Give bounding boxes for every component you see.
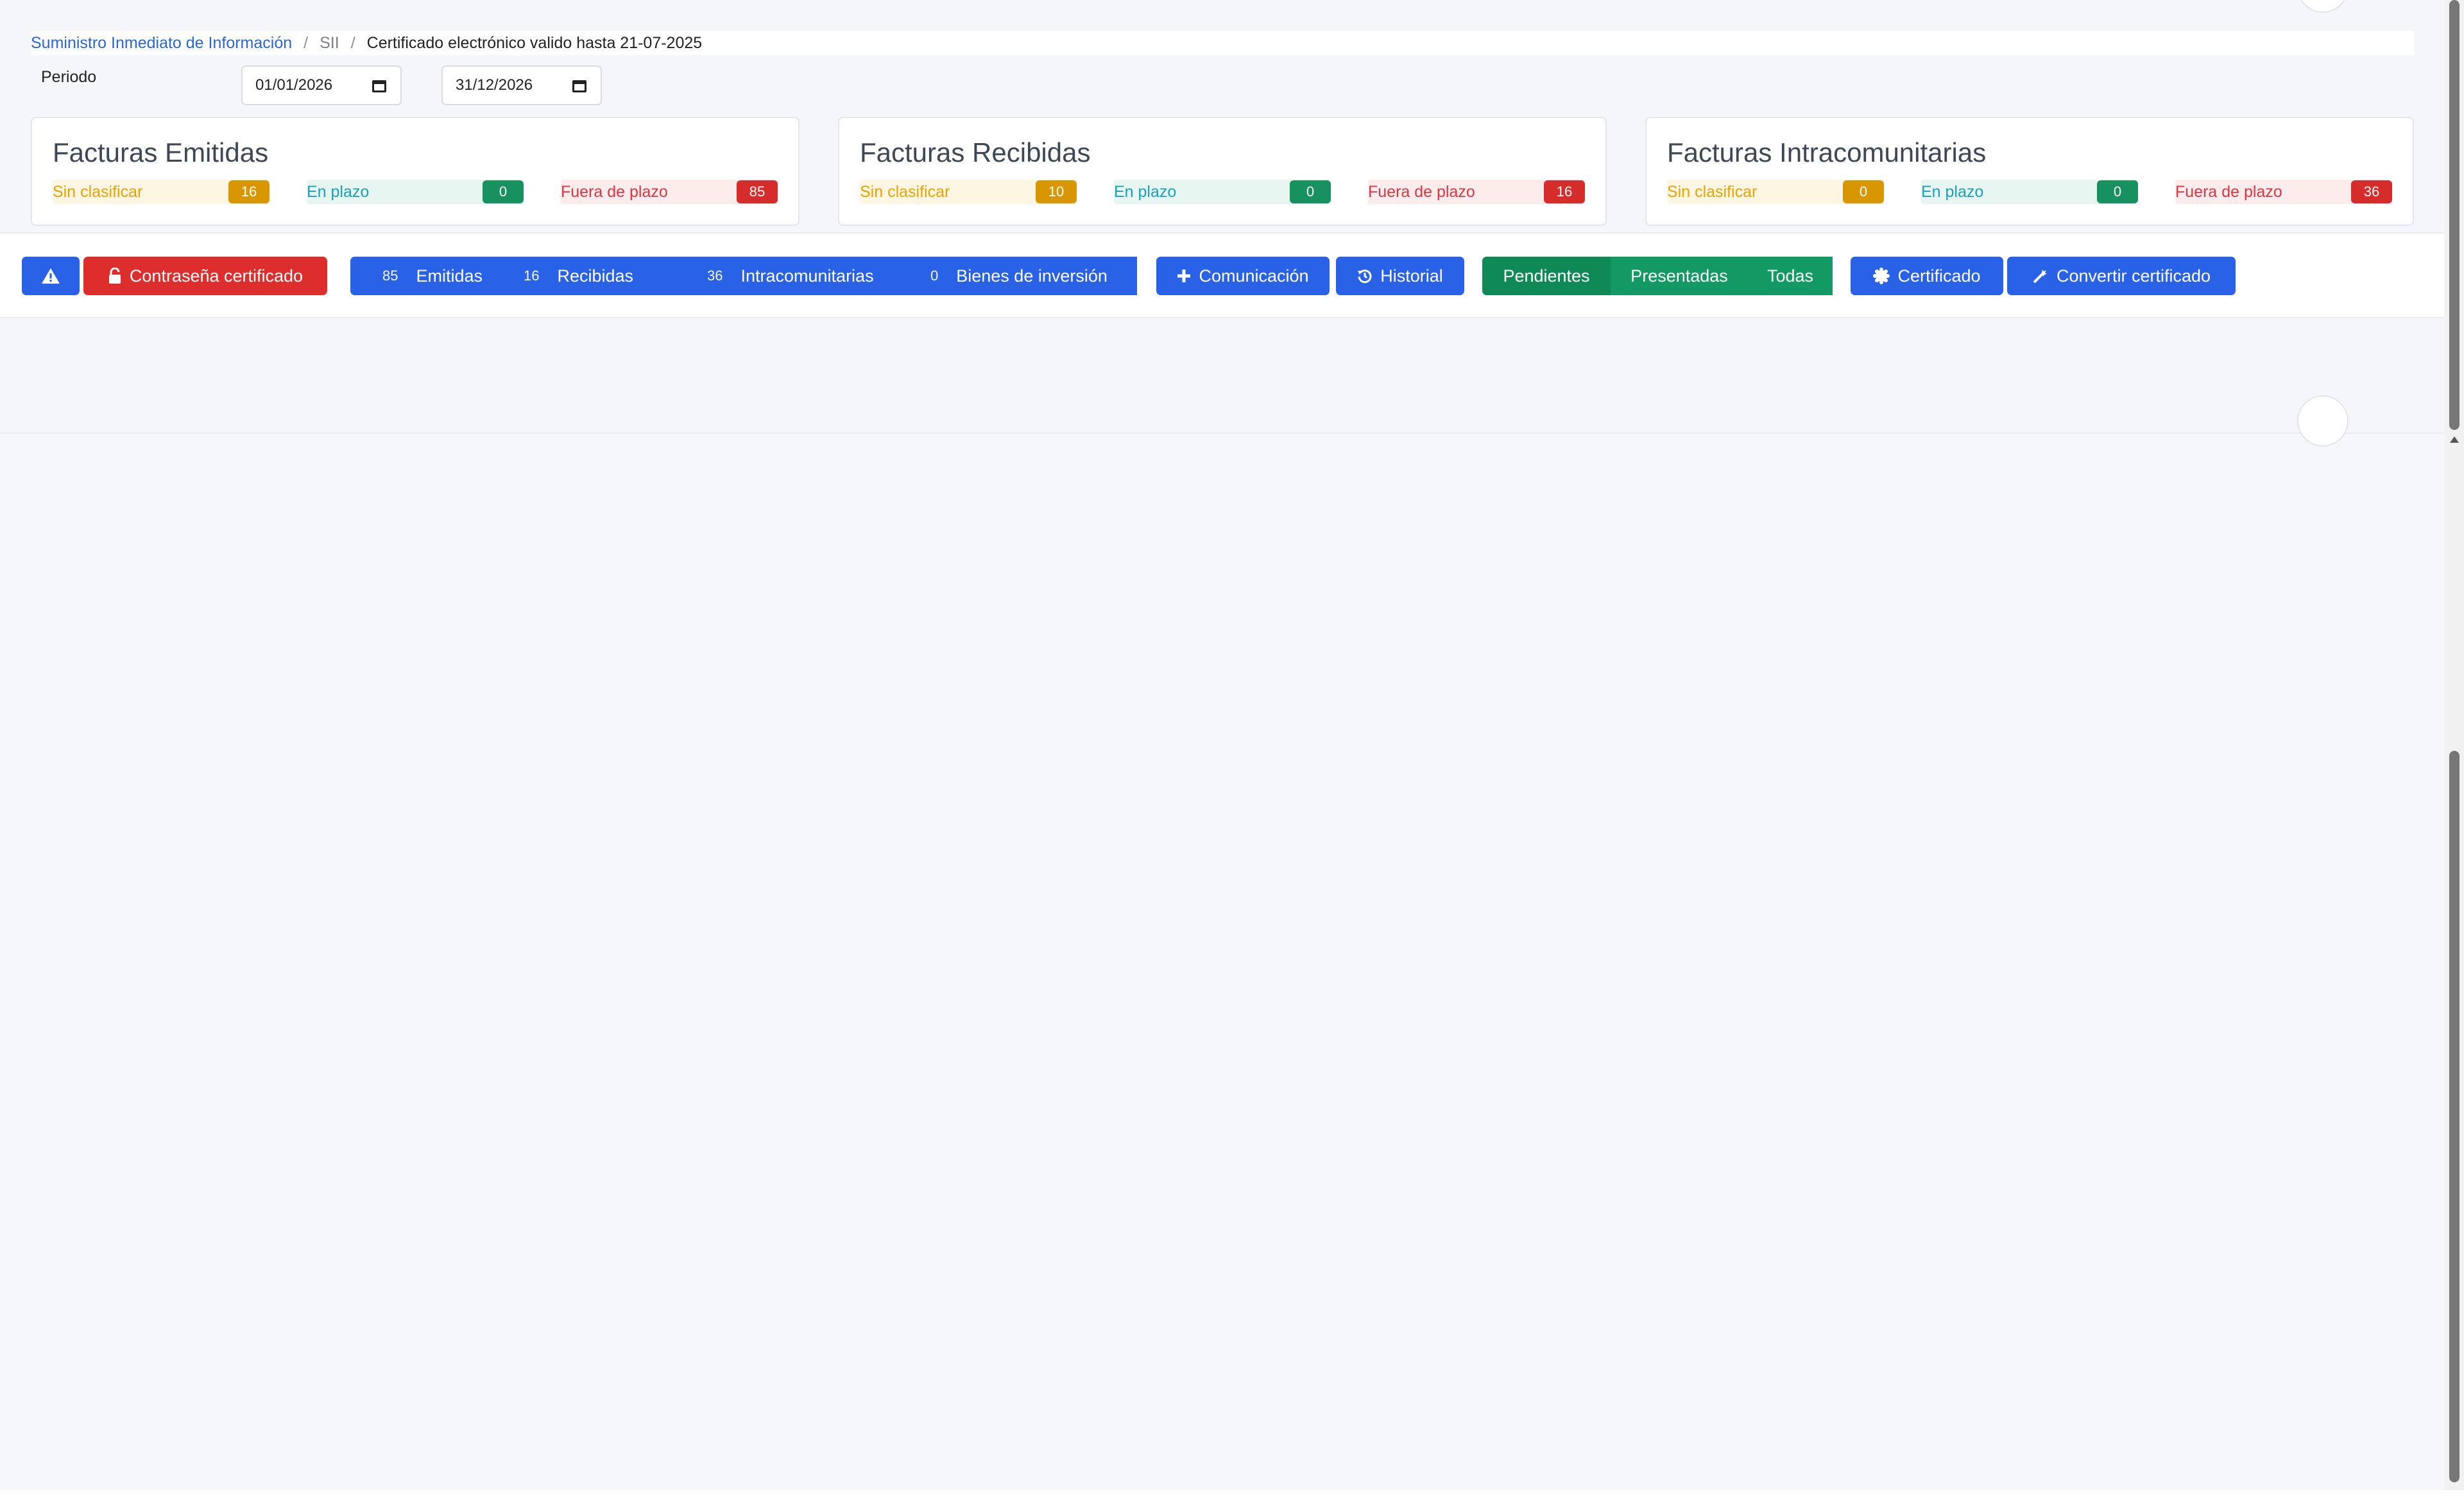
stat-count-badge: 10 [1036,180,1077,203]
card-title: Facturas Emitidas [53,137,269,167]
convertir-certificado-label: Convertir certificado [2056,266,2211,286]
stat-fuera-de-plazo[interactable]: Fuera de plazo 36 [2175,180,2392,204]
stat-label: Fuera de plazo [1368,182,1475,201]
lock-icon [108,268,121,284]
stat-count-badge: 85 [737,180,778,203]
periodo-label: Periodo [41,68,97,86]
header-area: Suministro Inmediato de Información / SI… [0,0,2445,232]
tab-label: Intracomunitarias [740,266,874,286]
card-facturas-recibidas: Facturas Recibidas Sin clasificar 10 En … [838,117,1607,226]
stat-count-badge: 16 [228,180,270,203]
stat-sin-clasificar[interactable]: Sin clasificar 16 [53,180,270,204]
password-certificate-label: Contraseña certificado [129,266,304,286]
tab-count: 16 [524,268,540,284]
certificate-icon [1873,268,1890,284]
history-icon [1358,270,1372,284]
plus-icon [1177,270,1191,282]
stat-count-badge: 0 [2097,180,2138,203]
stat-en-plazo[interactable]: En plazo 0 [1114,180,1331,204]
date-from-input[interactable]: 01/01/2026 [241,65,402,105]
date-from-value: 01/01/2026 [255,76,333,94]
tab-intracomunitarias[interactable]: 36 Intracomunitarias [707,257,930,295]
invoice-type-group: 85 Emitidas 16 Recibidas 36 Intracomunit… [350,257,1137,295]
filter-pendientes[interactable]: Pendientes [1482,257,1611,295]
stat-count-badge: 0 [1290,180,1331,203]
floating-circle-button[interactable] [2297,395,2348,447]
breadcrumb: Suministro Inmediato de Información / SI… [31,31,2414,55]
card-title: Facturas Recibidas [860,137,1091,167]
stat-label: Sin clasificar [1667,182,1758,201]
tab-count: 36 [707,268,723,284]
stat-en-plazo[interactable]: En plazo 0 [307,180,524,204]
stat-count-badge: 16 [1544,180,1585,203]
stat-sin-clasificar[interactable]: Sin clasificar 10 [860,180,1077,204]
wand-icon [2033,270,2047,284]
tab-label: Recibidas [557,266,634,286]
tab-count: 85 [382,268,398,284]
stat-label: En plazo [1921,182,1984,201]
bottom-strip [0,1490,2464,1499]
breadcrumb-sii[interactable]: SII [320,34,339,53]
stat-fuera-de-plazo[interactable]: Fuera de plazo 85 [561,180,778,204]
breadcrumb-separator: / [304,33,309,52]
breadcrumb-current: Certificado electrónico valido hasta 21-… [366,33,703,52]
historial-button[interactable]: Historial [1336,257,1464,295]
scrollbar-thumb[interactable] [2449,751,2460,1482]
tab-label: Emitidas [416,266,483,286]
calendar-icon[interactable] [372,78,386,92]
date-to-input[interactable]: 31/12/2026 [441,65,602,105]
breadcrumb-separator: / [350,33,355,52]
convertir-certificado-button[interactable]: Convertir certificado [2007,257,2236,295]
alert-button[interactable] [22,257,80,295]
card-facturas-emitidas: Facturas Emitidas Sin clasificar 16 En p… [31,117,800,226]
tab-count: 0 [930,268,939,284]
stat-sin-clasificar[interactable]: Sin clasificar 0 [1667,180,1884,204]
warning-icon [42,268,60,284]
stat-label: En plazo [1114,182,1177,201]
tab-emitidas[interactable]: 85 Emitidas [350,257,524,295]
breadcrumb-root-link[interactable]: Suministro Inmediato de Información [31,34,292,53]
date-to-value: 31/12/2026 [456,76,533,94]
comunicacion-button[interactable]: Comunicación [1156,257,1330,295]
card-title: Facturas Intracomunitarias [1667,137,1987,167]
tab-bienes-de-inversion[interactable]: 0 Bienes de inversión [930,257,1108,295]
filter-presentadas[interactable]: Presentadas [1611,257,1748,295]
stat-label: En plazo [307,182,370,201]
scrollbar-thumb-inner[interactable] [2449,0,2460,430]
scroll-up-arrow-icon[interactable] [2450,436,2459,443]
tab-label: Bienes de inversión [956,266,1108,286]
card-facturas-intracomunitarias: Facturas Intracomunitarias Sin clasifica… [1645,117,2414,226]
page: Suministro Inmediato de Información / SI… [0,0,2445,1490]
certificado-label: Certificado [1897,266,1981,286]
status-filter-group: Pendientes Presentadas Todas [1482,257,1833,295]
calendar-icon[interactable] [572,78,586,92]
stat-label: Fuera de plazo [2175,182,2282,201]
password-certificate-button[interactable]: Contraseña certificado [83,257,327,295]
vertical-scrollbar[interactable] [2445,0,2464,1490]
stat-label: Sin clasificar [53,182,143,201]
stat-count-badge: 0 [483,180,524,203]
stat-label: Sin clasificar [860,182,950,201]
stat-fuera-de-plazo[interactable]: Fuera de plazo 16 [1368,180,1585,204]
tab-recibidas[interactable]: 16 Recibidas [524,257,707,295]
stat-count-badge: 0 [1843,180,1884,203]
certificado-button[interactable]: Certificado [1851,257,2003,295]
stat-label: Fuera de plazo [561,182,668,201]
content-band [0,318,2445,447]
filter-todas[interactable]: Todas [1748,257,1833,295]
toolbar: Contraseña certificado 85 Emitidas 16 Re… [0,232,2445,318]
stat-count-badge: 36 [2351,180,2392,203]
floating-circle-button[interactable] [2297,0,2348,13]
comunicacion-label: Comunicación [1199,266,1309,286]
historial-label: Historial [1380,266,1443,286]
stat-en-plazo[interactable]: En plazo 0 [1921,180,2138,204]
